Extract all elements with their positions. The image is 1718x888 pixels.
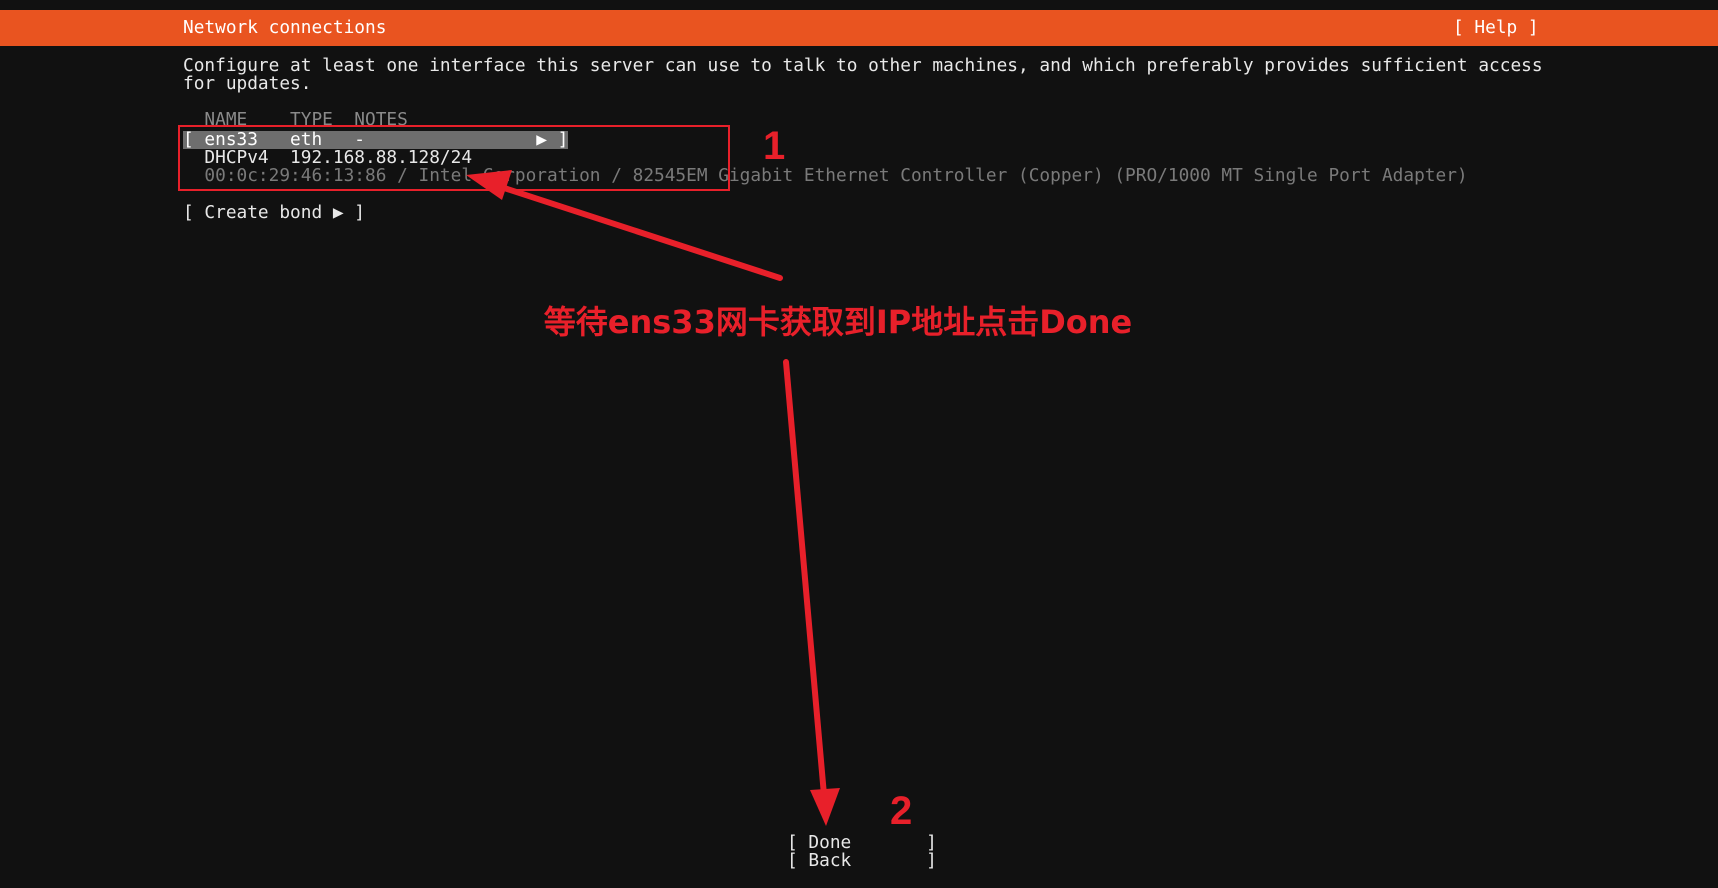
arrow-to-done — [783, 359, 840, 826]
annotation-arrows — [466, 170, 840, 826]
arrow-to-interface — [466, 170, 783, 281]
